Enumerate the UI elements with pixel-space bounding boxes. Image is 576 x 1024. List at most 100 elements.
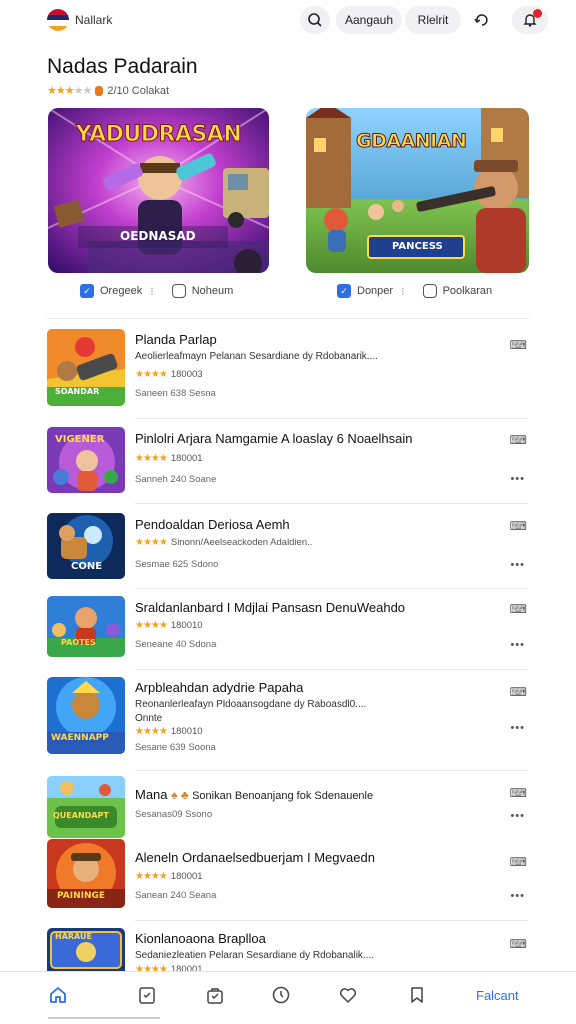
verified-icon: ✓ [337,284,351,298]
game-thumbnail: CONE [47,513,125,579]
featured-2-action-2[interactable]: Poolkaran [422,284,493,298]
list-item[interactable]: QUEANDAPT Mana ♠ ♣ Sonikan Benoanjang fo… [47,776,529,838]
list-item[interactable]: CONE Pendoaldan Deriosa Aemh ★★★★ Sinonn… [47,513,529,579]
game-emoji-icon: ♠ ♣ [171,788,193,802]
rating-stars: ★★★★ [135,453,168,464]
nav-tasks[interactable] [136,984,158,1006]
featured-1-action-1[interactable]: ✓ Oregeek ⁝ [80,284,154,298]
chat-icon[interactable]: ⌨ [510,338,527,352]
item-title: Mana ♠ ♣ Sonikan Benoanjang fok Sdenauen… [135,787,373,802]
refresh-button[interactable] [467,6,497,34]
featured-title-2: GDAANIAN [355,130,467,153]
game-thumbnail: HARAUE [47,928,125,971]
more-options-icon[interactable]: ••• [510,559,525,571]
thumbnail-label: SOANDAR [55,387,100,396]
verified-icon: ✓ [80,284,94,298]
item-meta: Sanneh 240 Soane [135,474,217,485]
thumbnail-label: PAOTES [61,638,96,647]
rating-count: 180003 [170,369,203,380]
item-meta: Seneane 40 Sdona [135,639,217,650]
item-rating: ★★★★ 180010 [135,620,203,631]
item-rating: ★★★★ 180001 [135,964,203,971]
thumbnail-label: QUEANDAPT [53,811,109,820]
item-title: Arpbleahdan adydrie Papaha [135,680,304,695]
game-thumbnail: PAOTES [47,596,125,657]
notification-dot [533,9,542,18]
rating-stars: ★★★★ [135,871,168,882]
item-description: Reonanlerleafayn Pldoaansogdane dy Raboa… [135,699,367,710]
bottom-navigation: Falcant [0,971,576,1024]
chat-icon[interactable]: ⌨ [510,937,527,951]
nav-saved[interactable] [406,984,428,1006]
featured-2-action-1[interactable]: ✓ Donper ⁝ [337,284,405,298]
list-item[interactable]: SOANDAR Planda Parlap Aeolierleafmayn Pe… [47,329,529,407]
thumbnail-label: PAININGE [57,891,106,901]
featured-2-action-2-label: Poolkaran [442,285,493,297]
top-bar: Nallark Aangauh Rlelrit [0,0,576,44]
game-thumbnail: WAENNAPP [47,677,125,754]
rating-stars: ★★★★ [135,620,168,631]
active-tab-indicator [48,1017,160,1019]
page-title: Nadas Padarain [47,55,198,78]
rating-stars: ★★★★ [135,726,168,737]
featured-1-action-2-label: Noheum [191,285,234,297]
nav-home[interactable] [47,984,69,1006]
nav-bag[interactable] [204,984,226,1006]
item-meta: Sesanas09 Ssono [135,809,213,820]
item-meta: Saneen 638 Sesna [135,388,216,399]
item-description: Sedaniezleatien Pelaran Sesardiane dy Rd… [135,950,375,961]
more-options-icon[interactable]: ••• [510,473,525,485]
item-title-text: Mana [135,787,168,802]
featured-1-action-2[interactable]: Noheum [171,284,234,298]
item-title: Kionlanoaona Braplloa [135,931,266,946]
header-button-1[interactable]: Aangauh [336,6,402,34]
list-item[interactable]: PAOTES Sraldanlanbard I Mdjlai Pansasn D… [47,596,529,657]
item-description: Aeolierleafmayn Pelanan Sesardiane dy Rd… [135,351,378,362]
heart-icon [339,988,357,1003]
home-icon [50,987,66,1003]
chat-icon[interactable]: ⌨ [510,786,527,800]
item-title: Planda Parlap [135,332,217,347]
chat-icon[interactable]: ⌨ [510,685,527,699]
list-item[interactable]: PAININGE Aleneln Ordanaelsedbuerjam I Me… [47,839,529,909]
list-item[interactable]: HARAUE Kionlanoaona Braplloa Sedaniezlea… [47,928,529,971]
brand[interactable]: Nallark [47,9,112,31]
nav-favorites[interactable] [337,984,359,1006]
chat-icon[interactable]: ⌨ [510,433,527,447]
list-item[interactable]: VIGENER Pinlolri Arjara Namgamie A loasl… [47,427,529,493]
header-button-2[interactable]: Rlelrit [405,6,461,34]
nav-account-label[interactable]: Falcant [476,988,519,1003]
refresh-icon [474,14,488,26]
featured-card-2[interactable]: GDAANIAN PANCESS [306,108,529,273]
search-icon [308,13,322,27]
item-meta: Sanean 240 Seana [135,890,217,901]
comment-icon [171,284,186,298]
more-options-icon[interactable]: ••• [510,810,525,822]
rating-count: 180001 [170,964,203,971]
list-item[interactable]: WAENNAPP Arpbleahdan adydrie Papaha Reon… [47,677,529,755]
chat-icon[interactable]: ⌨ [510,855,527,869]
featured-subtitle-2: PANCESS [392,241,443,252]
item-title: Sraldanlanbard I Mdjlai Pansasn DenuWeah… [135,600,406,615]
chat-icon[interactable]: ⌨ [510,519,527,533]
featured-1-action-separator: ⁝ [150,285,154,298]
more-options-icon[interactable]: ••• [510,890,525,902]
chat-icon[interactable]: ⌨ [510,602,527,616]
nav-history[interactable] [270,984,292,1006]
featured-2-action-1-label: Donper [357,285,394,297]
item-meta: Sesane 639 Soona [135,742,216,753]
item-title: Pinlolri Arjara Namgamie A loaslay 6 Noa… [135,431,413,446]
row-divider [135,770,528,771]
notifications-button[interactable] [512,6,548,34]
rating-count: 180001 [170,871,203,882]
rating-count: 180010 [170,726,203,737]
row-divider [135,920,528,921]
featured-card-1[interactable]: YADUDRASAN OEDNASAD [48,108,269,273]
item-title: Pendoaldan Deriosa Aemh [135,517,290,532]
more-options-icon[interactable]: ••• [510,722,525,734]
featured-title-1: YADUDRASAN [75,122,242,148]
more-options-icon[interactable]: ••• [510,639,525,651]
item-description-2: Onnte [135,713,163,724]
search-button[interactable] [300,6,330,34]
rating-count: 180001 [170,453,203,464]
